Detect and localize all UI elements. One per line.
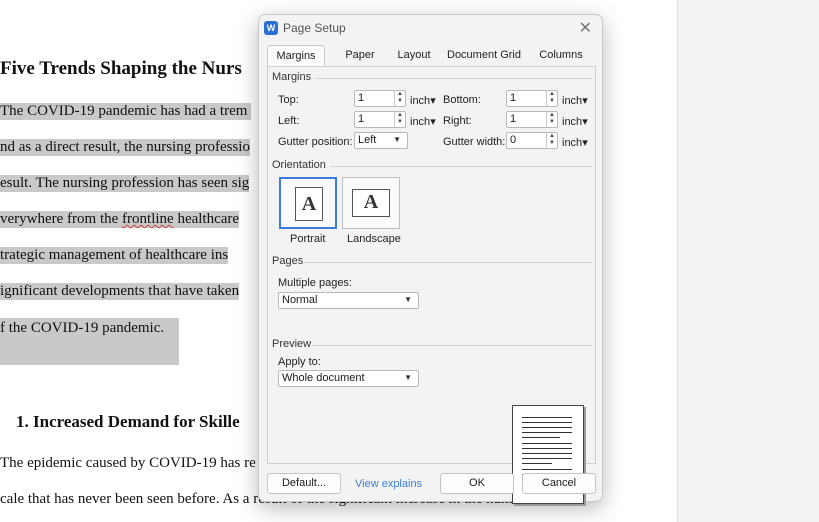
left-unit-select[interactable]: inch▾ xyxy=(410,115,436,128)
preview-line xyxy=(522,443,572,444)
spin-arrows-icon[interactable]: ▲ ▼ xyxy=(546,133,557,148)
top-label: Top: xyxy=(278,94,299,106)
preview-line xyxy=(522,417,572,418)
right-label: Right: xyxy=(443,115,472,127)
preview-line xyxy=(522,422,572,423)
preview-line xyxy=(522,448,572,449)
preview-line xyxy=(522,463,552,464)
right-unit-select[interactable]: inch▾ xyxy=(562,115,588,128)
tab-columns[interactable]: Columns xyxy=(529,45,593,67)
preview-line xyxy=(522,427,572,428)
wps-writer-icon: W xyxy=(264,21,278,35)
doc-line-3: esult. The nursing profession has seen s… xyxy=(0,175,250,192)
dialog-titlebar[interactable]: W Page Setup ✕ xyxy=(259,15,602,41)
gutter-width-label: Gutter width: xyxy=(443,136,506,148)
top-margin-input[interactable]: 1 ▲ ▼ xyxy=(354,90,406,107)
multiple-pages-value: Normal xyxy=(282,294,318,306)
tab-paper[interactable]: Paper xyxy=(331,45,389,67)
doc-line-4: verywhere from the frontline healthcare xyxy=(0,211,240,228)
gutter-width-input[interactable]: 0 ▲ ▼ xyxy=(506,132,558,149)
top-unit-select[interactable]: inch▾ xyxy=(410,94,436,107)
tab-document-grid[interactable]: Document Grid xyxy=(439,45,529,67)
preview-line xyxy=(522,458,572,459)
left-label: Left: xyxy=(278,115,300,127)
pages-divider xyxy=(304,262,591,263)
multiple-pages-select[interactable]: Normal ▼ xyxy=(278,292,419,309)
close-icon[interactable]: ✕ xyxy=(579,18,592,38)
document-subheading: 1. Increased Demand for Skille xyxy=(16,412,240,431)
multiple-pages-label: Multiple pages: xyxy=(278,277,352,289)
preview-line xyxy=(522,432,572,433)
preview-line xyxy=(522,453,572,454)
side-pane xyxy=(677,0,819,522)
left-margin-value: 1 xyxy=(358,113,365,125)
orientation-divider xyxy=(330,166,591,167)
bottom-label: Bottom: xyxy=(443,94,481,106)
gutter-position-select[interactable]: Left ▼ xyxy=(354,132,408,149)
frontline-word: frontline xyxy=(122,211,174,227)
chevron-down-icon: ▼ xyxy=(404,295,412,304)
page-setup-dialog: W Page Setup ✕ Margins Paper Layout Docu… xyxy=(258,14,603,504)
right-margin-value: 1 xyxy=(510,113,517,125)
preview-section-label: Preview xyxy=(272,338,312,350)
doc-line-8: The epidemic caused by COVID-19 has re xyxy=(0,455,256,471)
spin-arrows-icon[interactable]: ▲ ▼ xyxy=(546,91,557,106)
doc-line-5: trategic management of healthcare ins xyxy=(0,247,229,264)
orientation-section-label: Orientation xyxy=(272,159,326,171)
dialog-title: Page Setup xyxy=(283,21,346,35)
bottom-margin-value: 1 xyxy=(510,92,517,104)
right-margin-input[interactable]: 1 ▲ ▼ xyxy=(506,111,558,128)
cancel-button[interactable]: Cancel xyxy=(522,473,596,494)
tab-layout[interactable]: Layout xyxy=(389,45,439,67)
portrait-page-icon: A xyxy=(295,187,323,221)
gutter-position-value: Left xyxy=(358,134,377,146)
landscape-option[interactable]: A xyxy=(342,177,400,229)
view-explains-link[interactable]: View explains xyxy=(355,478,422,490)
preview-line xyxy=(522,437,560,438)
apply-to-select[interactable]: Whole document ▼ xyxy=(278,370,419,387)
gutter-position-label: Gutter position: xyxy=(278,136,353,148)
doc-line-7: f the COVID-19 pandemic. xyxy=(0,318,179,365)
pages-section-label: Pages xyxy=(272,255,304,267)
margins-panel: Margins Top: 1 ▲ ▼ inch▾ Bottom: 1 ▲ ▼ inc… xyxy=(267,66,596,504)
doc-line-6: ignificant developments that have taken xyxy=(0,283,240,300)
preview-divider xyxy=(312,345,591,346)
document-heading: Five Trends Shaping the Nurs xyxy=(0,58,242,79)
margins-section-label: Margins xyxy=(272,71,312,83)
preview-line xyxy=(522,469,572,470)
gutter-width-value: 0 xyxy=(510,134,517,146)
doc-line-2: nd as a direct result, the nursing profe… xyxy=(0,139,250,156)
gutter-unit-select[interactable]: inch▾ xyxy=(562,136,588,149)
bottom-margin-input[interactable]: 1 ▲ ▼ xyxy=(506,90,558,107)
doc-line-4-start: verywhere from the xyxy=(0,211,123,227)
landscape-page-icon: A xyxy=(352,189,390,217)
portrait-label: Portrait xyxy=(290,233,326,245)
chevron-down-icon: ▼ xyxy=(404,373,412,382)
landscape-label: Landscape xyxy=(347,233,401,245)
spin-arrows-icon[interactable]: ▲ ▼ xyxy=(394,91,405,106)
tab-margins[interactable]: Margins xyxy=(267,45,325,67)
doc-line-1: The COVID-19 pandemic has had a trem xyxy=(0,103,252,120)
default-button[interactable]: Default... xyxy=(267,473,341,494)
spin-arrows-icon[interactable]: ▲ ▼ xyxy=(546,112,557,127)
apply-to-label: Apply to: xyxy=(278,356,321,368)
doc-line-4-tail: healthcare xyxy=(173,211,240,227)
margins-divider xyxy=(316,78,591,79)
top-margin-value: 1 xyxy=(358,92,365,104)
spin-arrows-icon[interactable]: ▲ ▼ xyxy=(394,112,405,127)
ok-button[interactable]: OK xyxy=(440,473,514,494)
chevron-down-icon: ▼ xyxy=(393,135,401,144)
bottom-unit-select[interactable]: inch▾ xyxy=(562,94,588,107)
portrait-option[interactable]: A xyxy=(279,177,337,229)
left-margin-input[interactable]: 1 ▲ ▼ xyxy=(354,111,406,128)
apply-to-value: Whole document xyxy=(282,372,365,384)
